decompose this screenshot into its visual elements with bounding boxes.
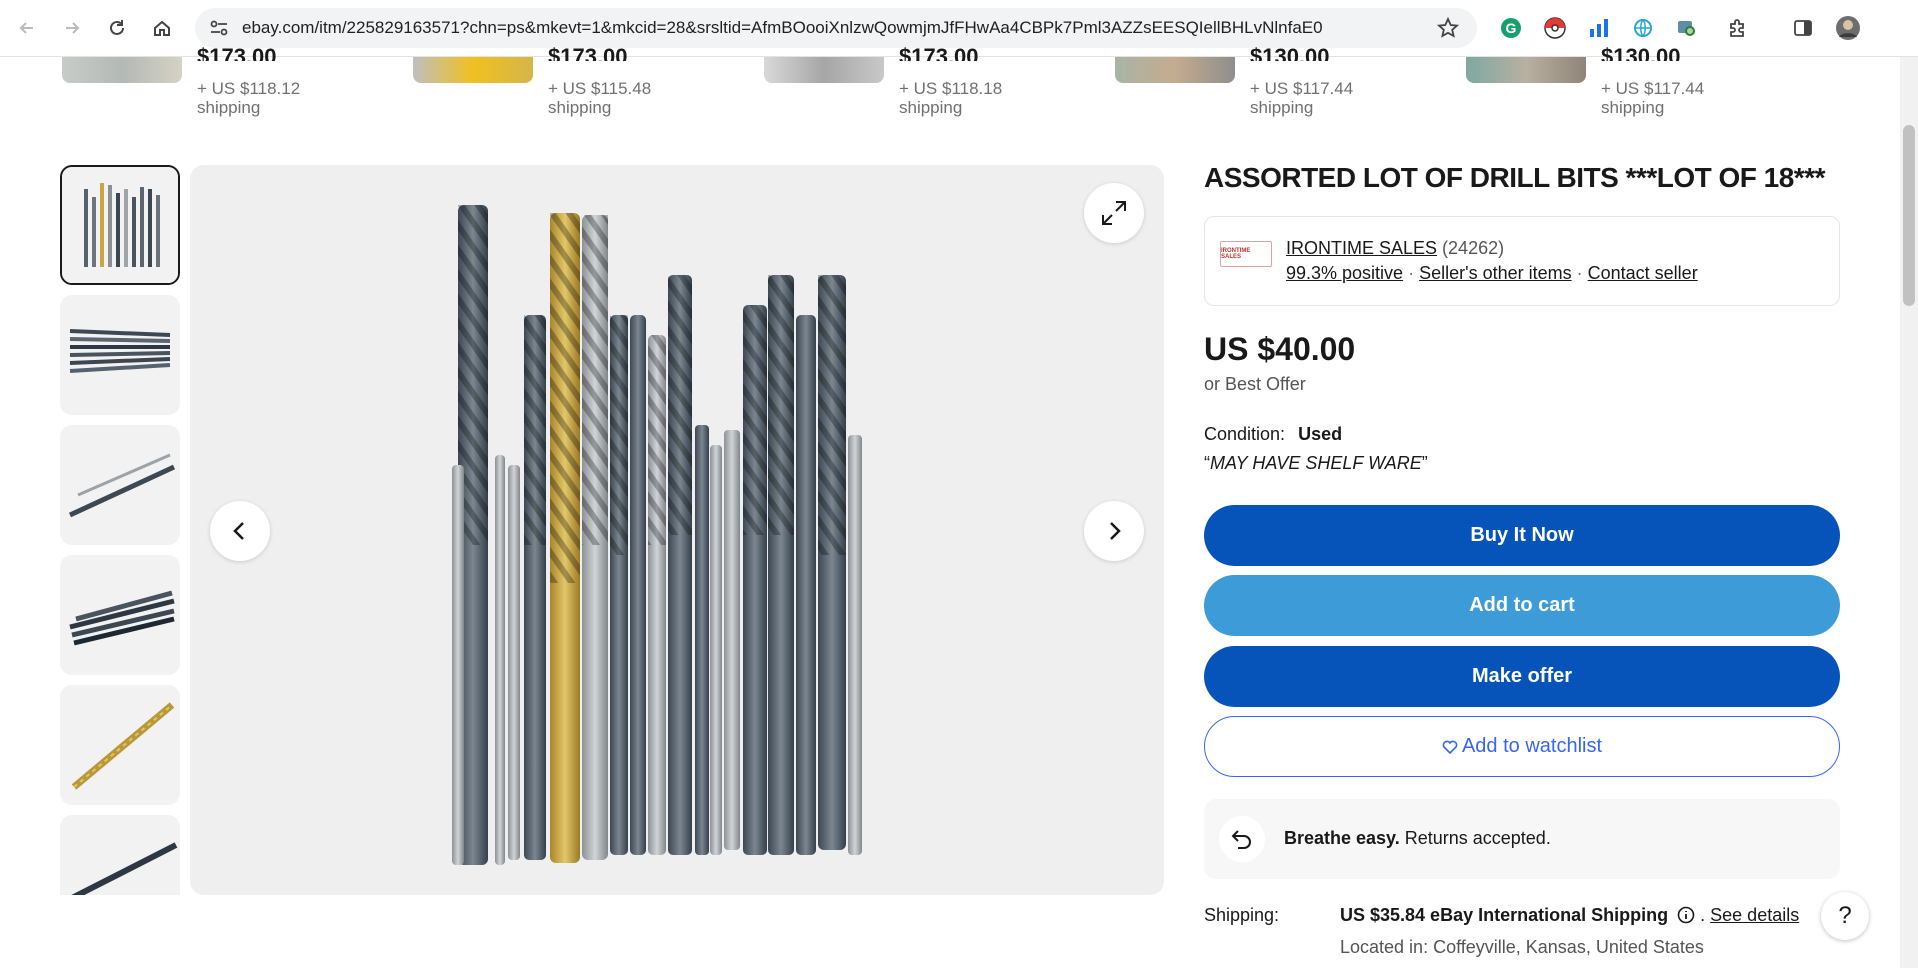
arrow-right-icon <box>66 22 80 34</box>
return-arrow-icon <box>1219 816 1265 862</box>
best-offer-text: or Best Offer <box>1204 374 1306 394</box>
seller-positive-link[interactable]: 99.3% positive <box>1286 263 1403 283</box>
related-item-price: $130.00 <box>1601 47 1681 61</box>
related-item[interactable]: $130.00 + US $117.44 shipping <box>1115 47 1435 122</box>
shipping-label: Shipping: <box>1204 905 1280 925</box>
page-scrollbar[interactable] <box>1900 57 1918 968</box>
related-item-price: $173.00 <box>548 47 628 61</box>
make-offer-button[interactable]: Make offer <box>1204 646 1840 707</box>
related-item[interactable]: $173.00 + US $118.12 shipping <box>62 47 382 122</box>
back-button[interactable] <box>12 13 42 43</box>
related-item-image[interactable] <box>764 57 884 83</box>
previous-image-button[interactable] <box>210 501 270 561</box>
url-text: ebay.com/itm/225829163571?chn=ps&mkevt=1… <box>242 18 1323 37</box>
condition-value: Used <box>1298 424 1343 444</box>
info-icon[interactable] <box>1677 906 1695 924</box>
seller-name-link[interactable]: IRONTIME SALES <box>1286 238 1437 258</box>
related-item-price: $173.00 <box>899 47 979 61</box>
drill-bits-thumbnail-image <box>62 167 178 283</box>
scrollbar-thumb[interactable] <box>1903 125 1915 306</box>
related-item-shipping: + US $115.48 shipping <box>548 79 652 117</box>
home-icon <box>154 20 170 36</box>
two-drill-bits-image <box>60 425 180 545</box>
address-bar[interactable]: ebay.com/itm/225829163571?chn=ps&mkevt=1… <box>195 8 1477 48</box>
site-info-icon[interactable] <box>207 17 231 39</box>
gold-drill-bit-image <box>60 685 180 805</box>
returns-text: Breathe easy. Returns accepted. <box>1284 828 1551 848</box>
arrow-left-icon <box>19 22 33 34</box>
thumbnail-3[interactable] <box>60 425 180 545</box>
condition-row: Condition: Used <box>1204 424 1342 445</box>
globe-extension-icon[interactable] <box>1630 15 1656 41</box>
drill-bits-row-image <box>60 295 180 415</box>
side-panel-icon[interactable] <box>1790 15 1816 41</box>
listing-title: ASSORTED LOT OF DRILL BITS ***LOT OF 18*… <box>1204 162 1826 193</box>
search-extension-icon[interactable] <box>1674 15 1700 41</box>
related-item-shipping: + US $117.44 shipping <box>1250 79 1354 117</box>
main-product-image[interactable] <box>190 165 1164 895</box>
watchlist-label: Add to watchlist <box>1461 735 1603 757</box>
item-location: Located in: Coffeyville, Kansas, United … <box>1340 937 1704 957</box>
seller-name-row: IRONTIME SALES (24262) <box>1286 238 1504 259</box>
buy-it-now-button[interactable]: Buy It Now <box>1204 505 1840 566</box>
reload-button[interactable] <box>102 13 132 43</box>
seller-links: 99.3% positive · Seller's other items · … <box>1286 263 1698 284</box>
seller-other-items-link[interactable]: Seller's other items <box>1419 263 1572 283</box>
thumbnail-2[interactable] <box>60 295 180 415</box>
seller-card: IRONTIME SALES IRONTIME SALES (24262) 99… <box>1204 216 1840 306</box>
profile-avatar[interactable] <box>1835 15 1861 41</box>
add-to-watchlist-button[interactable]: Add to watchlist <box>1204 716 1840 777</box>
grammarly-extension-icon[interactable]: G <box>1498 15 1524 41</box>
related-item-shipping: + US $117.44 shipping <box>1601 79 1705 117</box>
condition-note: “MAY HAVE SHELF WARE” <box>1204 453 1428 473</box>
item-price: US $40.00 <box>1204 331 1356 367</box>
related-item[interactable]: $130.00 + US $117.44 shipping <box>1466 47 1786 122</box>
help-button[interactable]: ? <box>1821 892 1869 940</box>
add-to-cart-button[interactable]: Add to cart <box>1204 575 1840 636</box>
condition-label: Condition: <box>1204 424 1286 444</box>
chevron-right-icon <box>1110 522 1121 540</box>
related-item-image[interactable] <box>1115 57 1235 83</box>
chart-extension-icon[interactable] <box>1586 15 1612 41</box>
related-item-price: $173.00 <box>197 47 277 61</box>
related-item-price: $130.00 <box>1250 47 1330 61</box>
pokeball-extension-icon[interactable] <box>1542 15 1568 41</box>
chevron-left-icon <box>233 522 244 540</box>
related-item-image[interactable] <box>1466 57 1586 83</box>
separator: · <box>1408 263 1415 283</box>
svg-text:G: G <box>1506 20 1517 36</box>
bookmark-star-icon[interactable] <box>1436 16 1460 44</box>
related-item-image[interactable] <box>413 57 533 83</box>
reload-icon <box>110 20 124 35</box>
seller-feedback-count: (24262) <box>1442 238 1505 258</box>
related-item-shipping: + US $118.18 shipping <box>899 79 1003 117</box>
heart-icon <box>1442 740 1458 754</box>
related-item[interactable]: $173.00 + US $118.18 shipping <box>764 47 1084 122</box>
related-item[interactable]: $173.00 + US $115.48 shipping <box>413 47 733 122</box>
expand-image-button[interactable] <box>1084 183 1144 243</box>
home-button[interactable] <box>147 13 177 43</box>
contact-seller-link[interactable]: Contact seller <box>1588 263 1698 283</box>
thumbnail-6[interactable] <box>60 815 180 895</box>
seller-logo[interactable]: IRONTIME SALES <box>1220 241 1272 267</box>
expand-icon <box>1102 201 1126 225</box>
extensions-puzzle-icon[interactable] <box>1725 15 1751 41</box>
drill-bits-photo <box>190 165 1164 895</box>
thumbnail-1[interactable] <box>60 165 180 285</box>
separator: · <box>1576 263 1583 283</box>
related-item-image[interactable] <box>62 57 182 83</box>
thumbnail-4[interactable] <box>60 555 180 675</box>
forward-button[interactable] <box>57 13 87 43</box>
related-item-shipping: + US $118.12 shipping <box>197 79 301 117</box>
shipping-value: US $35.84 eBay International Shipping . … <box>1340 905 1800 925</box>
returns-banner: Breathe easy. Returns accepted. <box>1204 799 1840 879</box>
next-image-button[interactable] <box>1084 501 1144 561</box>
single-drill-bit-image <box>60 815 180 895</box>
see-details-link[interactable]: See details <box>1710 905 1799 925</box>
thumbnail-5[interactable] <box>60 685 180 805</box>
drill-bits-bundle-image <box>60 555 180 675</box>
